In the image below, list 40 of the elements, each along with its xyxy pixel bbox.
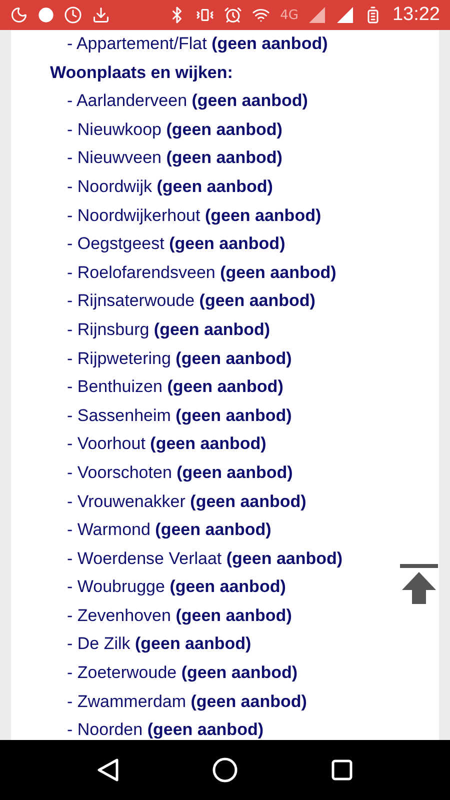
place-item: - Rijpwetering (geen aanbod) bbox=[67, 348, 292, 370]
alarm-icon bbox=[224, 6, 242, 24]
moon-icon bbox=[10, 6, 28, 24]
place-item: - Voorhout (geen aanbod) bbox=[67, 433, 266, 456]
network-label: 4G bbox=[280, 8, 298, 22]
section-heading: Woonplaats en wijken: bbox=[50, 62, 233, 84]
place-item: - Roelofarendsveen (geen aanbod) bbox=[67, 262, 336, 284]
dot-icon bbox=[38, 7, 54, 23]
place-item: - Noordwijk (geen aanbod) bbox=[67, 176, 273, 198]
place-item: - Zwammerdam (geen aanbod) bbox=[67, 690, 307, 713]
back-icon[interactable] bbox=[96, 758, 119, 782]
place-item: - Nieuwkoop (geen aanbod) bbox=[67, 118, 282, 141]
clock-time: 13:22 bbox=[392, 4, 440, 26]
place-item: - Woubrugge (geen aanbod) bbox=[67, 576, 286, 598]
place-item: - Oegstgeest (geen aanbod) bbox=[67, 233, 286, 256]
download-icon bbox=[92, 6, 110, 24]
place-item: - Rijnsaterwoude (geen aanbod) bbox=[67, 290, 316, 312]
place-item: - Zevenhoven (geen aanbod) bbox=[67, 604, 292, 627]
place-item: - Vrouwenakker (geen aanbod) bbox=[67, 490, 306, 513]
place-item: - Benthuizen (geen aanbod) bbox=[67, 376, 284, 398]
place-item: - De Zilk (geen aanbod) bbox=[67, 633, 252, 656]
recents-icon[interactable] bbox=[331, 759, 354, 781]
place-item: - Nieuwveen (geen aanbod) bbox=[67, 147, 282, 170]
wifi-icon bbox=[252, 6, 270, 24]
vibrate-icon bbox=[196, 6, 214, 24]
place-item: - Zoeterwoude (geen aanbod) bbox=[67, 662, 298, 684]
place-item: - Sassenheim (geen aanbod) bbox=[67, 404, 292, 427]
place-item: - Rijnsburg (geen aanbod) bbox=[67, 318, 270, 341]
signal-icon bbox=[308, 6, 326, 24]
place-item: - Noordwijkerhout (geen aanbod) bbox=[67, 204, 322, 227]
place-item: - Voorschoten (geen aanbod) bbox=[67, 462, 293, 484]
place-item: - Warmond (geen aanbod) bbox=[67, 519, 272, 542]
place-item: - Appartement/Flat (geen aanbod) bbox=[67, 33, 328, 55]
place-item: - Noorden (geen aanbod) bbox=[67, 719, 264, 740]
place-item: - Aarlanderveen (geen aanbod) bbox=[67, 90, 308, 112]
signal-icon bbox=[336, 6, 354, 24]
place-item: - Woerdense Verlaat (geen aanbod) bbox=[67, 548, 343, 570]
home-icon[interactable] bbox=[212, 757, 238, 783]
clock-icon bbox=[64, 6, 82, 24]
scroll-top-button[interactable] bbox=[398, 562, 440, 606]
